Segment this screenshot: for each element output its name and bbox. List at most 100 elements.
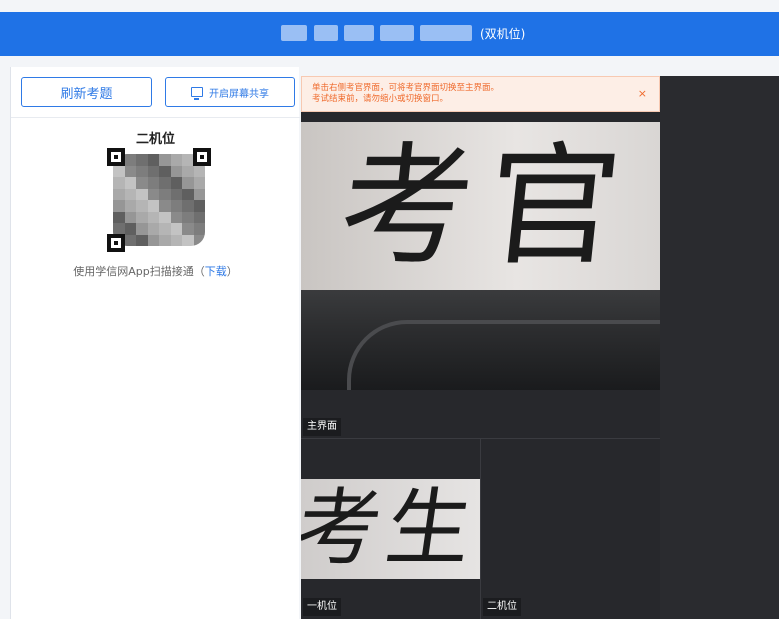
qr-mosaic-cell (170, 165, 182, 177)
qr-mosaic-cell (170, 188, 182, 200)
camera-2-label: 二机位 (483, 598, 521, 616)
qr-mosaic-cell (147, 154, 159, 166)
qr-mosaic-cell (113, 188, 125, 200)
qr-mosaic-cell (124, 188, 136, 200)
qr-mosaic-cell (124, 234, 136, 246)
desk-background (301, 290, 660, 390)
close-icon[interactable]: × (638, 88, 647, 99)
qr-mosaic-cell (136, 223, 148, 235)
camera-1-label: 一机位 (303, 598, 341, 616)
qr-mosaic-cell (147, 223, 159, 235)
qr-mosaic-cell (182, 154, 194, 166)
divider (480, 439, 481, 619)
download-link[interactable]: 下载 (205, 265, 227, 278)
qr-mosaic-cell (124, 177, 136, 189)
video-area: 考官 单击右侧考官界面，可将考官界面切换至主界面。 考试结束前，请勿缩小或切换窗… (301, 76, 779, 619)
qr-mosaic (113, 154, 205, 246)
notice-line-1: 单击右侧考官界面，可将考官界面切换至主界面。 (312, 83, 500, 93)
qr-mosaic-cell (193, 234, 205, 246)
qr-mosaic-cell (147, 188, 159, 200)
qr-mosaic-cell (170, 234, 182, 246)
qr-mosaic-cell (193, 223, 205, 235)
qr-mosaic-cell (124, 223, 136, 235)
qr-mosaic-cell (182, 234, 194, 246)
qr-mosaic-cell (113, 223, 125, 235)
qr-mosaic-cell (182, 211, 194, 223)
screen-share-button[interactable]: 开启屏幕共享 (165, 77, 295, 107)
qr-mosaic-cell (193, 211, 205, 223)
qr-mosaic-cell (136, 200, 148, 212)
qr-mosaic-cell (170, 154, 182, 166)
left-panel: 刷新考题 开启屏幕共享 二机位 使用学信网App扫描接通（下载） (10, 67, 300, 619)
qr-mosaic-cell (193, 177, 205, 189)
qr-mosaic-cell (136, 234, 148, 246)
divider (11, 117, 300, 118)
handwritten-text: 考生 (301, 479, 480, 577)
qr-hint-end: ） (226, 265, 238, 278)
main-view-label: 主界面 (303, 418, 341, 436)
refresh-questions-button[interactable]: 刷新考题 (21, 77, 152, 107)
notice-banner: 单击右侧考官界面，可将考官界面切换至主界面。 考试结束前，请勿缩小或切换窗口。 … (301, 76, 660, 112)
qr-mosaic-cell (136, 154, 148, 166)
qr-mosaic-cell (124, 154, 136, 166)
qr-code (107, 148, 211, 252)
qr-mosaic-cell (147, 165, 159, 177)
qr-mosaic-cell (182, 177, 194, 189)
blurred-name-segment (281, 25, 307, 41)
main-video-feed[interactable]: 考官 (301, 122, 660, 390)
qr-finder-corner (107, 234, 125, 252)
qr-mosaic-cell (159, 154, 171, 166)
qr-mosaic-cell (136, 177, 148, 189)
exam-mode-title: (双机位) (480, 27, 526, 41)
blurred-name-segment (380, 25, 414, 41)
qr-hint: 使用学信网App扫描接通（下载） (11, 263, 300, 279)
qr-mosaic-cell (147, 177, 159, 189)
qr-mosaic-cell (136, 165, 148, 177)
qr-mosaic-cell (113, 211, 125, 223)
qr-mosaic-cell (159, 177, 171, 189)
qr-mosaic-cell (182, 188, 194, 200)
qr-mosaic-cell (182, 223, 194, 235)
monitor-icon (191, 87, 203, 100)
examiner-view-panel[interactable] (660, 76, 779, 619)
qr-mosaic-cell (124, 165, 136, 177)
qr-mosaic-cell (113, 177, 125, 189)
qr-mosaic-cell (159, 200, 171, 212)
qr-mosaic-cell (159, 165, 171, 177)
qr-mosaic-cell (170, 177, 182, 189)
chair-outline (347, 320, 660, 390)
qr-hint-text: 使用学信网App扫描接通（ (73, 265, 205, 278)
qr-mosaic-cell (124, 200, 136, 212)
qr-mosaic-cell (182, 165, 194, 177)
qr-mosaic-cell (170, 200, 182, 212)
qr-finder-corner (107, 148, 125, 166)
paper-surface: 考官 (301, 122, 660, 290)
qr-mosaic-cell (193, 200, 205, 212)
qr-mosaic-cell (159, 234, 171, 246)
qr-mosaic-cell (170, 223, 182, 235)
qr-finder-corner (193, 148, 211, 166)
handwritten-text: 考官 (332, 130, 642, 284)
qr-mosaic-cell (113, 200, 125, 212)
qr-mosaic-cell (124, 211, 136, 223)
blurred-name-segment (344, 25, 374, 41)
qr-mosaic-cell (147, 234, 159, 246)
qr-mosaic-cell (182, 200, 194, 212)
blurred-name-segment (314, 25, 338, 41)
qr-mosaic-cell (193, 165, 205, 177)
qr-title: 二机位 (135, 132, 175, 147)
blurred-name-segment (420, 25, 472, 41)
qr-mosaic-cell (147, 200, 159, 212)
qr-mosaic-cell (136, 211, 148, 223)
top-header-bar: (双机位) (0, 12, 779, 56)
qr-mosaic-cell (113, 165, 125, 177)
qr-mosaic-cell (159, 188, 171, 200)
camera-1-feed[interactable]: 考生 (301, 479, 480, 579)
qr-mosaic-cell (170, 211, 182, 223)
qr-mosaic-cell (159, 211, 171, 223)
qr-mosaic-cell (147, 211, 159, 223)
screen-share-label: 开启屏幕共享 (209, 88, 269, 100)
qr-mosaic-cell (159, 223, 171, 235)
qr-mosaic-cell (136, 188, 148, 200)
qr-mosaic-cell (193, 188, 205, 200)
